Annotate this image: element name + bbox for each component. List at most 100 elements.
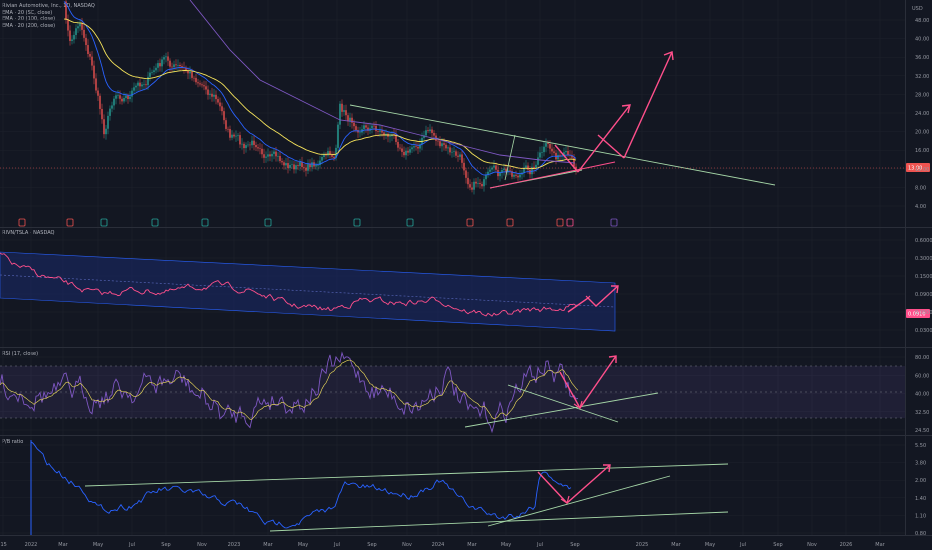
- candle-body: [159, 63, 161, 67]
- projection-arrow: [537, 464, 611, 504]
- event-marker: [151, 218, 159, 227]
- chart-canvas[interactable]: 13.00 0.0910 48.0040.0036.0032.0028.0024…: [0, 0, 932, 550]
- ratio-tick-label: 0.0900: [915, 292, 932, 298]
- candle-body: [191, 71, 193, 78]
- candle-body: [275, 151, 277, 157]
- candle-body: [153, 70, 155, 72]
- candle-body: [365, 125, 367, 128]
- candle-body: [413, 146, 415, 148]
- candle-body: [109, 108, 111, 116]
- candle-body: [445, 144, 447, 149]
- candle-body: [355, 126, 357, 131]
- x-tick-label: May: [501, 542, 511, 548]
- event-marker: [610, 218, 618, 227]
- pb-tick-label: 3.80: [915, 461, 926, 467]
- candle-body: [397, 141, 399, 148]
- rsi-tick-label: 32.50: [915, 410, 929, 416]
- price-tick-label: 4.00: [915, 204, 926, 210]
- candle-body: [527, 165, 529, 170]
- candle-body: [69, 30, 71, 41]
- candle-body: [315, 165, 317, 167]
- ratio-tick-label: 0.0300: [915, 328, 932, 334]
- candle-body: [565, 151, 567, 153]
- candle-body: [451, 151, 453, 153]
- ratio-tick-label: 0.3000: [915, 256, 932, 262]
- candle-body: [439, 141, 441, 147]
- x-tick-label: May: [298, 542, 308, 548]
- candle-body: [557, 154, 559, 160]
- event-marker: [18, 218, 26, 227]
- candle-body: [345, 110, 347, 116]
- projection-arrow: [623, 51, 673, 159]
- candle-body: [519, 174, 521, 178]
- candle-body: [517, 175, 519, 178]
- candle-body: [139, 82, 141, 87]
- candle-body: [213, 94, 215, 97]
- event-marker: [353, 218, 361, 227]
- candle-body: [161, 59, 163, 67]
- candle-body: [113, 98, 115, 106]
- candle-body: [257, 147, 259, 149]
- candle-body: [273, 151, 275, 154]
- candle-body: [85, 37, 87, 46]
- candle-body: [95, 78, 97, 91]
- candle-body: [219, 102, 221, 107]
- candle-body: [403, 151, 405, 156]
- candle-body: [119, 95, 121, 99]
- candle-body: [547, 143, 549, 145]
- ema-slow-line: [189, 0, 576, 164]
- candle-body: [101, 108, 103, 120]
- candle-body: [115, 95, 117, 99]
- candle-body: [295, 165, 297, 170]
- candle-body: [137, 82, 139, 86]
- candle-body: [289, 164, 291, 168]
- candle-body: [241, 143, 243, 145]
- candle-body: [281, 161, 283, 163]
- candle-body: [417, 146, 419, 149]
- candle-body: [209, 93, 211, 95]
- candle-body: [291, 164, 293, 166]
- ema-mid-line: [64, 18, 577, 170]
- candle-body: [155, 67, 157, 71]
- candle-body: [543, 146, 545, 153]
- x-tick-label: Nov: [807, 542, 817, 548]
- candle-body: [551, 148, 553, 152]
- x-tick-label: Mar: [875, 542, 885, 548]
- candle-body: [167, 56, 169, 61]
- candle-body: [211, 93, 213, 97]
- rsi-pane: [0, 351, 905, 434]
- candle-body: [285, 163, 287, 166]
- price-tick-label: 32.00: [915, 74, 929, 80]
- price-tick-label: 12.00: [915, 167, 929, 173]
- candle-body: [135, 85, 137, 88]
- event-marker: [201, 218, 209, 227]
- candle-body: [375, 125, 377, 132]
- candle-body: [363, 125, 365, 130]
- candle-body: [263, 154, 265, 158]
- candle-body: [171, 66, 173, 68]
- candle-body: [483, 179, 485, 187]
- candle-body: [539, 152, 541, 158]
- candle-body: [441, 143, 443, 147]
- candle-body: [67, 19, 69, 31]
- x-tick-label: 2023: [228, 542, 241, 548]
- candle-body: [261, 148, 263, 155]
- candle-body: [525, 165, 527, 168]
- candle-body: [455, 151, 457, 156]
- candle-body: [429, 129, 431, 131]
- candle-body: [493, 165, 495, 168]
- x-tick-label: May: [93, 542, 103, 548]
- candle-body: [459, 154, 461, 157]
- candle-body: [479, 183, 481, 184]
- candle-body: [299, 161, 301, 167]
- candle-body: [415, 146, 417, 147]
- event-marker: [100, 218, 108, 227]
- candle-body: [237, 135, 239, 136]
- candle-body: [251, 140, 253, 146]
- candle-body: [447, 147, 449, 149]
- candle-body: [499, 172, 501, 177]
- candle-body: [515, 174, 517, 176]
- candle-body: [203, 85, 205, 87]
- candle-body: [221, 106, 223, 112]
- y-axes: 48.00 40.00 36.00 32.00 28.00 24.00 20.00 16.00…: [912, 6, 932, 537]
